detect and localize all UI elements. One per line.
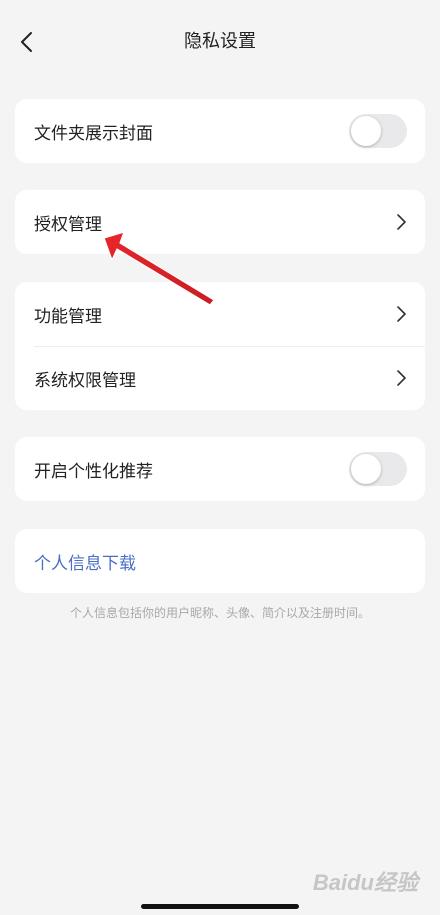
personalized-recommendation-toggle[interactable] (349, 452, 407, 486)
home-indicator[interactable] (141, 904, 299, 909)
settings-card-permissions: 功能管理 系统权限管理 (15, 282, 425, 410)
row-label: 功能管理 (34, 306, 102, 327)
navigation-bar: 隐私设置 (0, 0, 440, 84)
row-authorization-management[interactable]: 授权管理 (15, 190, 425, 254)
row-personal-info-download[interactable]: 个人信息下载 (15, 529, 425, 593)
chevron-right-icon (397, 370, 406, 386)
row-label: 授权管理 (34, 214, 102, 235)
row-system-permission-management[interactable]: 系统权限管理 (15, 346, 425, 410)
personal-info-download-link[interactable]: 个人信息下载 (34, 549, 407, 574)
row-personalized-recommendation: 开启个性化推荐 (15, 437, 425, 501)
toggle-knob (351, 116, 381, 146)
row-function-management[interactable]: 功能管理 (15, 282, 425, 346)
toggle-knob (351, 454, 381, 484)
row-folder-cover: 文件夹展示封面 (15, 99, 425, 163)
folder-cover-toggle[interactable] (349, 114, 407, 148)
page-title: 隐私设置 (184, 31, 256, 52)
row-label: 文件夹展示封面 (34, 123, 153, 144)
chevron-right-icon (397, 306, 406, 322)
settings-card-cover: 文件夹展示封面 (15, 99, 425, 163)
chevron-right-icon (397, 214, 406, 230)
settings-card-recommendation: 开启个性化推荐 (15, 437, 425, 501)
watermark-logo: Baidu经验 (312, 870, 418, 895)
settings-card-download: 个人信息下载 (15, 529, 425, 593)
row-label: 系统权限管理 (34, 370, 136, 391)
settings-card-authorization: 授权管理 (15, 190, 425, 254)
footnote: 个人信息包括你的用户昵称、头像、简介以及注册时间。 (69, 606, 370, 620)
row-label: 开启个性化推荐 (34, 461, 153, 482)
